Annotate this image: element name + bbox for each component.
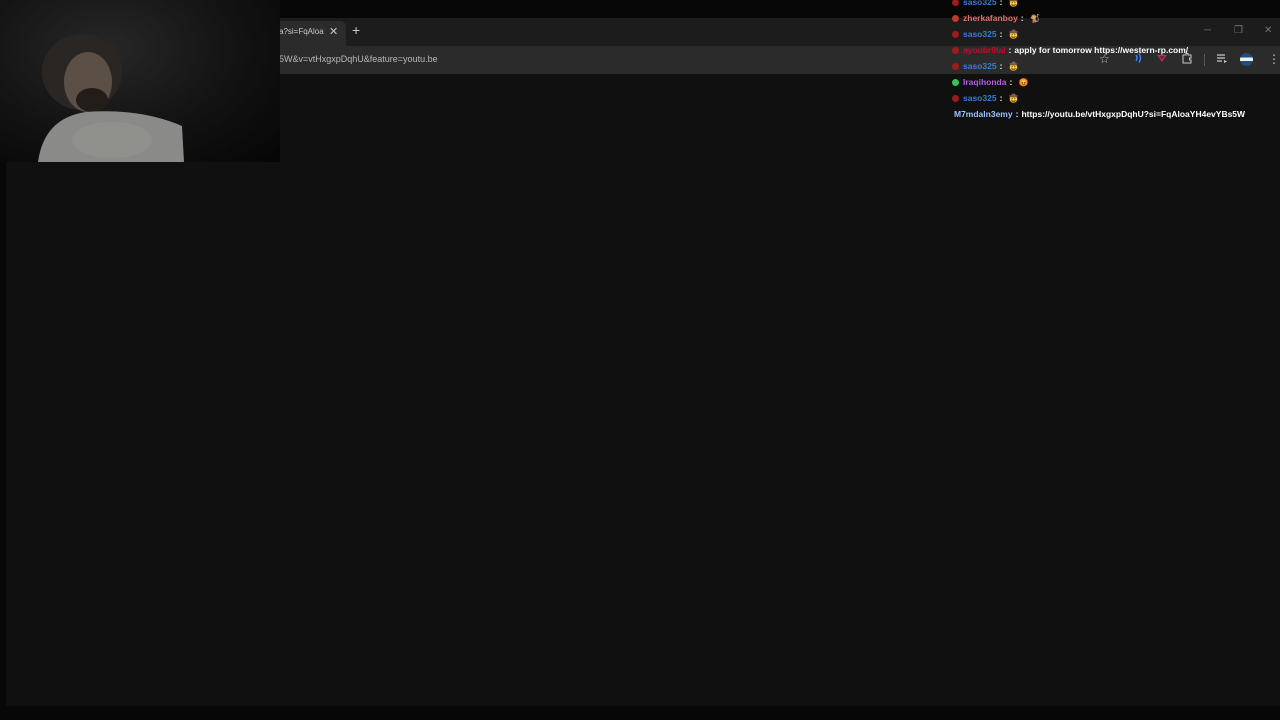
stream-frame: a?si=FqAloa ✕ + ─ ❐ ✕ 5W&v=vtHxgxpDqhU&f… xyxy=(0,0,1280,720)
chat-emote-icon: 🤠 xyxy=(1008,62,1019,72)
chat-separator: : xyxy=(999,29,1003,39)
chat-message: ayoubr9lal: apply for tomorrow https://we… xyxy=(950,42,1280,58)
chat-emote-icon: 🐒 xyxy=(1030,14,1041,24)
chat-message: saso325: 🤠 xyxy=(950,90,1280,106)
chat-badge-icon xyxy=(952,0,959,6)
chat-badge-icon xyxy=(952,94,959,102)
chat-separator: : xyxy=(1020,13,1024,23)
chat-separator: : xyxy=(1008,45,1012,55)
chat-emote-icon: 🤠 xyxy=(1008,30,1019,40)
chat-separator: : xyxy=(999,0,1003,7)
chat-emote-icon: 🤠 xyxy=(1008,0,1019,8)
chat-badge-icon xyxy=(952,78,959,86)
new-tab-button[interactable]: + xyxy=(352,22,360,38)
chat-message: Iraqihonda: 😡 xyxy=(950,74,1280,90)
webcam-overlay xyxy=(0,0,280,162)
chat-emote-icon: 😡 xyxy=(1018,78,1029,88)
chat-message: M7mdaln3emy: https://youtu.be/vtHxgxpDqhU… xyxy=(950,106,1280,122)
chat-overlay: saso325: 🤠 zherkafanboy: 🐒 saso325: 🤠 ayoubr9l… xyxy=(950,0,1280,122)
chat-username[interactable]: ayoubr9lal xyxy=(963,45,1006,55)
streamer-webcam-icon xyxy=(38,34,184,162)
chat-separator: : xyxy=(1015,109,1019,119)
chat-message: saso325: 🤠 xyxy=(950,58,1280,74)
chat-text: https://youtu.be/vtHxgxpDqhU?si=FqAloaYH… xyxy=(1021,109,1246,119)
chat-username[interactable]: saso325 xyxy=(963,61,997,71)
chat-username[interactable]: saso325 xyxy=(963,0,997,7)
chat-username[interactable]: saso325 xyxy=(963,93,997,103)
address-bar[interactable]: 5W&v=vtHxgxpDqhU&feature=youtu.be xyxy=(279,54,438,64)
chat-message: saso325: 🤠 xyxy=(950,26,1280,42)
chat-separator: : xyxy=(999,93,1003,103)
chat-badge-icon xyxy=(952,30,959,38)
chat-message: zherkafanboy: 🐒 xyxy=(950,10,1280,26)
chat-badge-icon xyxy=(952,14,959,22)
chat-username[interactable]: M7mdaln3emy xyxy=(954,109,1013,119)
chat-separator: : xyxy=(1009,77,1013,87)
chat-separator: : xyxy=(999,61,1003,71)
chat-username[interactable]: Iraqihonda xyxy=(963,77,1006,87)
chat-username[interactable]: saso325 xyxy=(963,29,997,39)
chat-badge-icon xyxy=(952,62,959,70)
chat-emote-icon: 🤠 xyxy=(1008,94,1019,104)
tab-title: a?si=FqAloa xyxy=(279,27,324,36)
tab-close-icon[interactable]: ✕ xyxy=(329,24,338,40)
chat-badge-icon xyxy=(952,46,959,54)
chat-message: saso325: 🤠 xyxy=(950,0,1280,10)
chat-text: apply for tomorrow https://western-rp.co… xyxy=(1014,45,1189,55)
page-content xyxy=(6,74,1280,706)
chat-username[interactable]: zherkafanboy xyxy=(963,13,1018,23)
